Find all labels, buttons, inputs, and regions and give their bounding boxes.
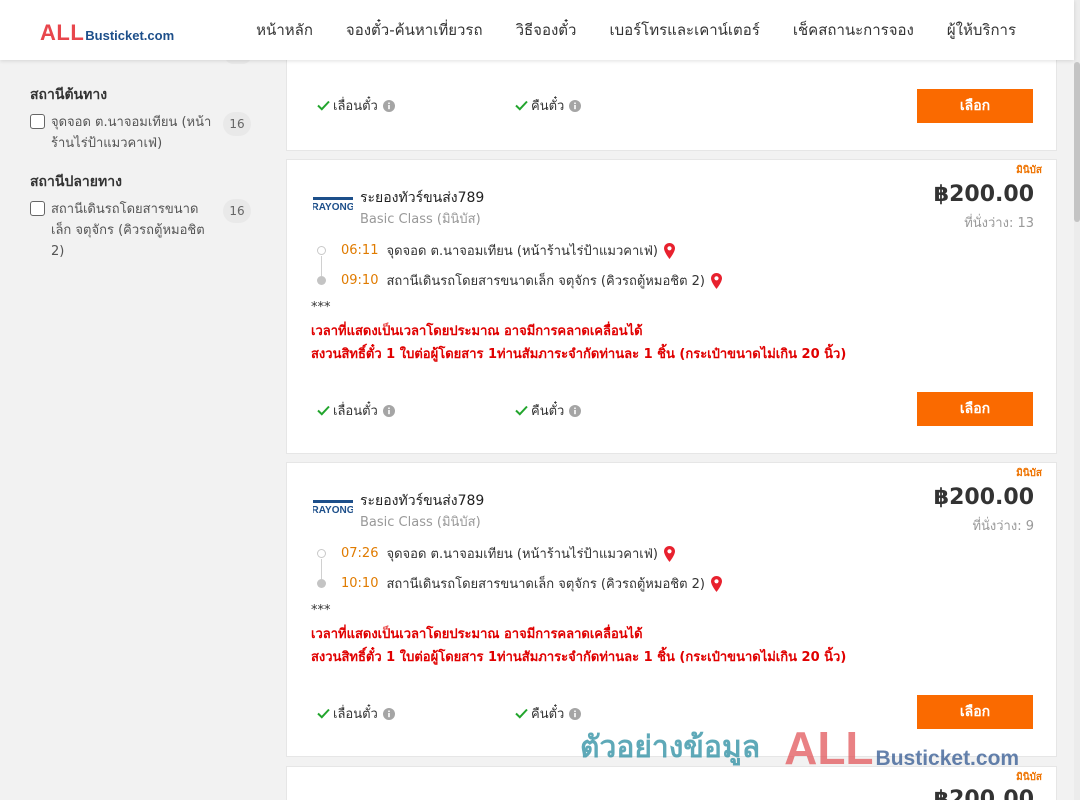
arrival-place: สถานีเดินรถโดยสารขนาดเล็ก จตุจักร (คิวรถ… <box>386 274 705 289</box>
trip-price: ฿200.00 <box>933 787 1034 800</box>
departure-dot <box>317 549 326 558</box>
reschedule-policy: เลื่อนตั๋ว <box>317 703 395 724</box>
trip-card: มินิบัส RAYONG ระยองทัวร์ขนส่ง789 Basic … <box>286 159 1057 454</box>
arrival-place: สถานีเดินรถโดยสารขนาดเล็ก จตุจักร (คิวรถ… <box>386 577 705 592</box>
origin-checkbox[interactable] <box>30 114 45 129</box>
departure-place: จุดจอด ต.นาจอมเทียน (หน้าร้านไร่ป้าแมวคา… <box>386 244 658 259</box>
logo-rest-text: Busticket.com <box>85 28 175 43</box>
info-icon[interactable] <box>382 99 395 112</box>
check-icon <box>317 405 330 416</box>
watermark-all-text: ALL <box>784 722 874 774</box>
info-icon[interactable] <box>382 404 395 417</box>
check-icon <box>317 100 330 111</box>
page-scrollbar[interactable] <box>1074 0 1080 800</box>
reschedule-label: เลื่อนตั๋ว <box>333 707 378 722</box>
trip-price: ฿200.00 <box>933 485 1034 510</box>
info-icon[interactable] <box>382 707 395 720</box>
reschedule-label: เลื่อนตั๋ว <box>333 99 378 114</box>
arrival-time: 10:10 <box>341 576 379 591</box>
operator-logo: RAYONG <box>313 500 353 515</box>
info-icon[interactable] <box>569 404 582 417</box>
trip-card-partial-top: เลื่อนตั๋ว คืนตั๋ว เลือก <box>286 50 1057 151</box>
main-nav: หน้าหลัก จองตั๋ว-ค้นหาเที่ยวรถ วิธีจองตั… <box>223 0 1016 60</box>
destination-filter-option[interactable]: สถานีเดินรถโดยสารขนาดเล็ก จตุจักร (คิวรถ… <box>30 199 258 262</box>
nav-contacts[interactable]: เบอร์โทรและเคาน์เตอร์ <box>609 18 759 42</box>
notice-approx-time: เวลาที่แสดงเป็นเวลาโดยประมาณ อาจมีการคลา… <box>311 324 643 339</box>
scroll-thumb[interactable] <box>1074 62 1080 222</box>
info-icon[interactable] <box>569 707 582 720</box>
seats-available: ที่นั่งว่าง: 13 <box>964 216 1034 231</box>
arrival-dot <box>317 579 326 588</box>
service-class: Basic Class (มินิบัส) <box>360 515 481 530</box>
select-trip-button[interactable]: เลือก <box>917 89 1033 123</box>
arrival-stop: 09:10 สถานีเดินรถโดยสารขนาดเล็ก จตุจักร … <box>317 270 722 291</box>
map-pin-icon[interactable] <box>711 272 722 289</box>
nav-book-search[interactable]: จองตั๋ว-ค้นหาเที่ยวรถ <box>346 18 483 42</box>
operator-name: ระยองทัวร์ขนส่ง789 <box>360 493 485 509</box>
site-logo[interactable]: ALL Busticket.com <box>40 20 174 46</box>
origin-filter-option[interactable]: จุดจอด ต.นาจอมเทียน (หน้าร้านไร่ป้าแมวคา… <box>30 112 258 154</box>
check-icon <box>317 708 330 719</box>
destination-checkbox[interactable] <box>30 201 45 216</box>
trip-card: มินิบัส RAYONG ระยองทัวร์ขนส่ง789 Basic … <box>286 462 1057 757</box>
operator-logo: RAYONG <box>313 197 353 212</box>
vehicle-type-badge: มินิบัส <box>1016 165 1042 176</box>
reschedule-policy: เลื่อนตั๋ว <box>317 400 395 421</box>
site-header: ALL Busticket.com หน้าหลัก จองตั๋ว-ค้นหา… <box>0 0 1074 60</box>
notice-luggage: สงวนสิทธิ์ตั๋ว 1 ใบต่อผู้โดยสาร 1ท่านสัม… <box>311 650 847 665</box>
nav-operators[interactable]: ผู้ให้บริการ <box>947 18 1016 42</box>
sample-data-watermark: ตัวอย่างข้อมูล ALL Busticket.com <box>580 724 1019 771</box>
logo-all-text: ALL <box>40 20 85 45</box>
map-pin-icon[interactable] <box>711 575 722 592</box>
departure-dot <box>317 246 326 255</box>
svg-text:RAYONG: RAYONG <box>313 202 353 212</box>
departure-time: 06:11 <box>341 243 379 258</box>
notice-luggage: สงวนสิทธิ์ตั๋ว 1 ใบต่อผู้โดยสาร 1ท่านสัม… <box>311 347 847 362</box>
select-trip-button[interactable]: เลือก <box>917 392 1033 426</box>
departure-place: จุดจอด ต.นาจอมเทียน (หน้าร้านไร่ป้าแมวคา… <box>386 547 658 562</box>
arrival-dot <box>317 276 326 285</box>
refund-policy: คืนตั๋ว <box>515 703 582 724</box>
vehicle-type-badge: มินิบัส <box>1016 468 1042 479</box>
refund-label: คืนตั๋ว <box>531 99 565 114</box>
refund-label: คืนตั๋ว <box>531 404 565 419</box>
service-class: Basic Class (มินิบัส) <box>360 212 481 227</box>
departure-stop: 07:26 จุดจอด ต.นาจอมเทียน (หน้าร้านไร่ป้… <box>317 543 675 564</box>
destination-filter-title: สถานีปลายทาง <box>30 174 122 190</box>
nav-how-to-book[interactable]: วิธีจองตั๋ว <box>516 18 577 42</box>
destination-option-count: 16 <box>223 199 251 223</box>
nav-home[interactable]: หน้าหลัก <box>256 18 313 42</box>
departure-time: 07:26 <box>341 546 379 561</box>
check-icon <box>515 100 528 111</box>
arrival-stop: 10:10 สถานีเดินรถโดยสารขนาดเล็ก จตุจักร … <box>317 573 722 594</box>
map-pin-icon[interactable] <box>663 545 675 562</box>
nav-check-status[interactable]: เช็คสถานะการจอง <box>793 18 914 42</box>
trip-price: ฿200.00 <box>933 182 1034 207</box>
vehicle-type-badge: มินิบัส <box>1016 772 1042 783</box>
check-icon <box>515 405 528 416</box>
check-icon <box>515 708 528 719</box>
destination-option-label: สถานีเดินรถโดยสารขนาดเล็ก จตุจักร (คิวรถ… <box>51 202 205 259</box>
arrival-time: 09:10 <box>341 273 379 288</box>
refund-label: คืนตั๋ว <box>531 707 565 722</box>
watermark-rest-text: Busticket.com <box>875 747 1020 770</box>
origin-filter-title: สถานีต้นทาง <box>30 87 108 103</box>
trip-card-partial-bottom: มินิบัส ฿200.00 <box>286 766 1057 800</box>
map-pin-icon[interactable] <box>663 242 675 259</box>
watermark-thai-text: ตัวอย่างข้อมูล <box>580 730 761 765</box>
origin-option-count: 16 <box>223 112 251 136</box>
departure-stop: 06:11 จุดจอด ต.นาจอมเทียน (หน้าร้านไร่ป้… <box>317 240 675 261</box>
notice-approx-time: เวลาที่แสดงเป็นเวลาโดยประมาณ อาจมีการคลา… <box>311 627 643 642</box>
operator-name: ระยองทัวร์ขนส่ง789 <box>360 190 485 206</box>
origin-option-label: จุดจอด ต.นาจอมเทียน (หน้าร้านไร่ป้าแมวคา… <box>51 115 212 151</box>
notice-marker: *** <box>311 603 331 618</box>
refund-policy: คืนตั๋ว <box>515 95 582 116</box>
reschedule-label: เลื่อนตั๋ว <box>333 404 378 419</box>
svg-text:RAYONG: RAYONG <box>313 505 353 515</box>
notice-marker: *** <box>311 300 331 315</box>
refund-policy: คืนตั๋ว <box>515 400 582 421</box>
seats-available: ที่นั่งว่าง: 9 <box>972 519 1034 534</box>
info-icon[interactable] <box>569 99 582 112</box>
reschedule-policy: เลื่อนตั๋ว <box>317 95 395 116</box>
